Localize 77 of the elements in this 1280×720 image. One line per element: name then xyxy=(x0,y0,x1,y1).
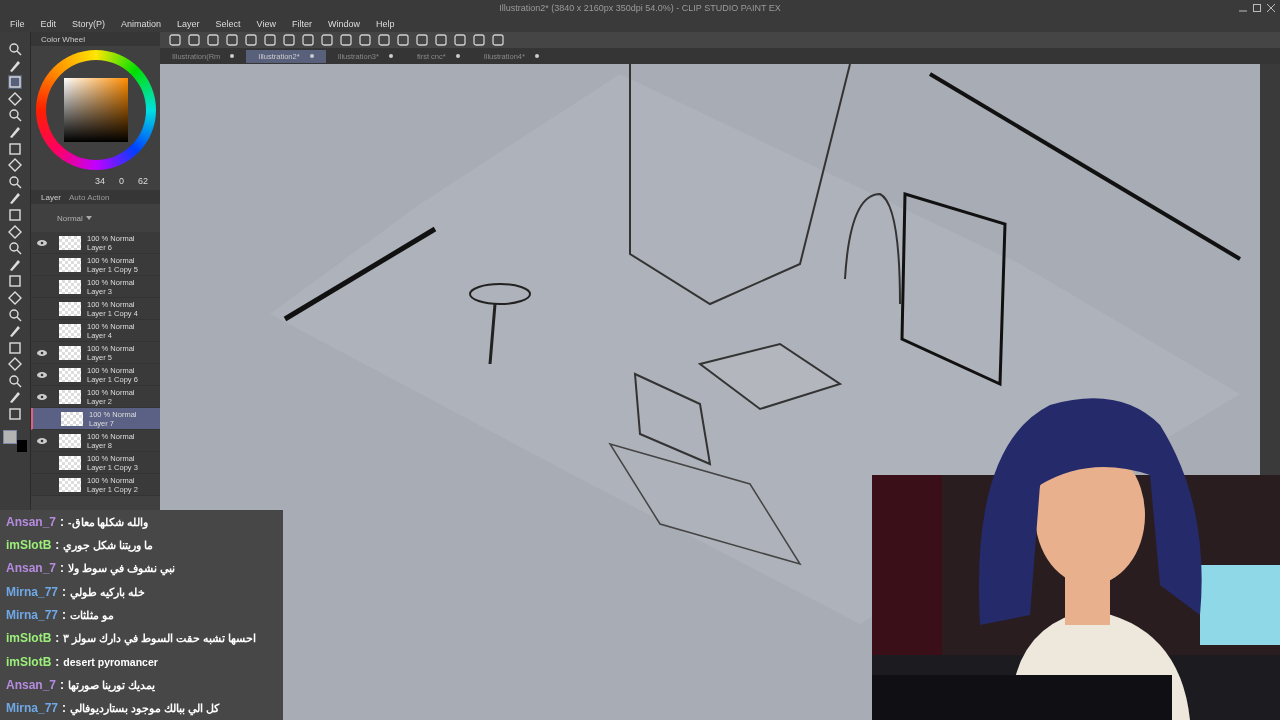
panel-tab[interactable]: Layer xyxy=(41,192,61,202)
layer-thumbnail xyxy=(59,257,81,272)
chat-separator: : xyxy=(62,701,67,716)
eye-icon[interactable] xyxy=(37,371,47,378)
chat-username: Ansan_7 xyxy=(6,561,57,576)
menu-item[interactable]: Window xyxy=(327,19,360,29)
menu-item[interactable]: Filter xyxy=(291,19,312,29)
panel-tab[interactable]: Auto Action xyxy=(69,192,110,202)
menu-item[interactable]: Select xyxy=(215,19,241,29)
close-icon[interactable] xyxy=(1266,3,1276,13)
eye-icon[interactable] xyxy=(37,239,47,246)
chat-separator: : xyxy=(62,607,67,622)
layer-thumbnail xyxy=(59,455,81,470)
sub-color-swatch[interactable] xyxy=(17,439,27,452)
square-icon[interactable] xyxy=(339,33,353,47)
caret-icon[interactable] xyxy=(85,216,92,220)
chat-message: خله باركيه طولي xyxy=(70,585,145,598)
layer-thumbnail xyxy=(59,367,81,382)
chat-message: نبي نشوف في سوط ولا xyxy=(68,562,175,575)
menu-item[interactable]: View xyxy=(256,19,276,29)
main-color-swatch[interactable] xyxy=(3,429,17,444)
chat-separator: : xyxy=(62,584,67,599)
chat-username: Mirna_77 xyxy=(6,607,59,622)
square-icon[interactable] xyxy=(396,33,410,47)
layer-thumbnail xyxy=(61,411,83,426)
menu-item[interactable]: Layer xyxy=(177,19,200,29)
chat-separator: : xyxy=(55,538,60,552)
chat-username: imSlotB xyxy=(6,631,52,646)
menu-item[interactable]: Edit xyxy=(40,19,57,29)
chat-separator: : xyxy=(60,677,65,692)
tab-dot-icon[interactable] xyxy=(388,54,393,58)
square-icon[interactable] xyxy=(301,33,315,47)
window-title: Illustration2* (3840 x 2160px 350dpi 54.0%) - CLIP STUDIO PAINT EX xyxy=(499,3,781,13)
chat-separator: : xyxy=(60,561,65,576)
menu-item[interactable]: File xyxy=(10,19,25,29)
chat-message: والله شكلها معاق- xyxy=(68,515,149,528)
zoom-icon[interactable] xyxy=(8,42,22,56)
tab-dot-icon[interactable] xyxy=(230,54,235,58)
eye-icon[interactable] xyxy=(37,349,47,356)
menu-item[interactable]: Animation xyxy=(121,19,162,29)
layer-thumbnail xyxy=(59,323,81,338)
maximize-icon[interactable] xyxy=(1252,3,1262,13)
square-icon[interactable] xyxy=(377,33,391,47)
color-value: 34 xyxy=(94,176,105,186)
tab-dot-icon[interactable] xyxy=(455,54,460,58)
square-icon[interactable] xyxy=(320,33,334,47)
layer-thumbnail xyxy=(59,389,81,404)
chat-message: desert pyromancer xyxy=(63,655,158,668)
color-value: 0 xyxy=(118,176,124,186)
menu-item[interactable]: Help xyxy=(376,19,395,29)
chat-separator: : xyxy=(55,631,60,646)
layer-thumbnail xyxy=(59,235,81,250)
chat-username: Mirna_77 xyxy=(6,584,59,599)
tab-dot-icon[interactable] xyxy=(534,54,539,58)
eye-icon[interactable] xyxy=(37,393,47,400)
chat-username: imSlotB xyxy=(6,538,52,552)
chat-username: Mirna_77 xyxy=(6,701,59,716)
chat-message: ما وريتنا شكل جوري xyxy=(63,539,154,551)
layer-thumbnail xyxy=(59,433,81,448)
chat-separator: : xyxy=(60,514,65,529)
chat-username: Ansan_7 xyxy=(6,514,57,529)
eye-icon[interactable] xyxy=(37,437,47,444)
chat-message: مو مثلثات xyxy=(70,608,114,621)
blend-mode-dropdown[interactable]: Normal xyxy=(57,213,92,223)
color-value: 62 xyxy=(138,176,148,186)
tab-dot-icon[interactable] xyxy=(309,54,314,58)
layer-thumbnail xyxy=(59,477,81,492)
chat-username: Ansan_7 xyxy=(6,677,57,692)
chat-separator: : xyxy=(55,654,60,669)
square-icon[interactable] xyxy=(282,33,296,47)
chat-message: يمديك تورينا صورتها xyxy=(68,678,155,691)
layer-thumbnail xyxy=(59,279,81,294)
layer-thumbnail xyxy=(59,345,81,360)
chat-username: imSlotB xyxy=(6,654,52,669)
layer-thumbnail xyxy=(59,301,81,316)
menu-item[interactable]: Story(P) xyxy=(72,19,106,29)
square-icon[interactable] xyxy=(358,33,372,47)
